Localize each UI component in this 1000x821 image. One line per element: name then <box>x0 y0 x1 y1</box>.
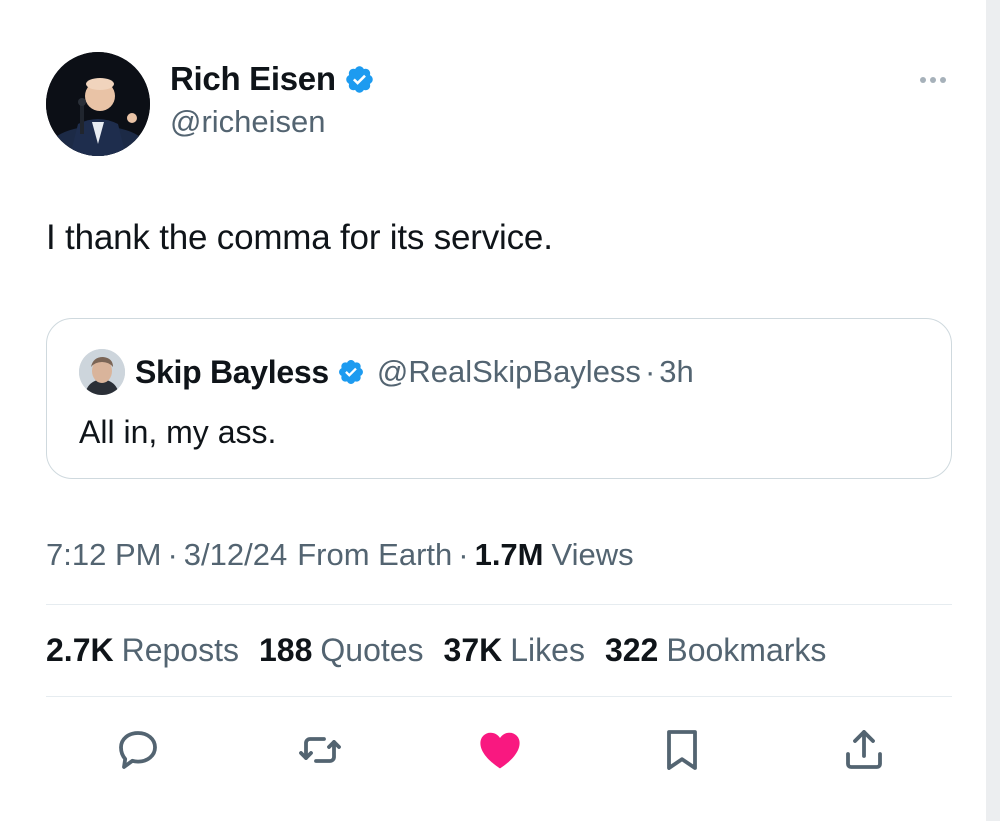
tweet-text: I thank the comma for its service. <box>46 218 553 257</box>
views-label: Views <box>551 537 634 572</box>
quoted-author-avatar[interactable] <box>79 349 125 395</box>
quoted-author-name[interactable]: Skip Bayless <box>135 354 329 391</box>
tweet-date[interactable]: 3/12/24 <box>184 537 287 573</box>
divider <box>46 604 952 605</box>
author-info: Rich Eisen @richeisen <box>170 60 375 140</box>
likes-stat[interactable]: 37K Likes <box>444 632 585 669</box>
reply-icon[interactable] <box>114 726 162 774</box>
likes-label: Likes <box>510 632 585 668</box>
bookmark-icon[interactable] <box>658 726 706 774</box>
separator-dot: · <box>167 537 178 572</box>
verified-badge-icon <box>344 64 375 95</box>
views-count: 1.7M <box>474 537 544 572</box>
tweet-time[interactable]: 7:12 PM <box>46 537 161 573</box>
engagement-stats: 2.7K Reposts 188 Quotes 37K Likes 322 Bookma… <box>46 632 846 669</box>
scrollbar-track <box>986 0 1000 821</box>
tweet-meta: 7:12 PM · 3/12/24 From Earth · 1.7M View… <box>46 537 634 573</box>
quoted-tweet-time[interactable]: 3h <box>659 354 693 390</box>
reposts-count: 2.7K <box>46 632 114 668</box>
quoted-tweet-header: Skip Bayless @RealSkipBayless · 3h <box>79 349 694 395</box>
quotes-count: 188 <box>258 632 313 668</box>
verified-badge-icon <box>337 358 365 386</box>
bookmarks-label: Bookmarks <box>666 632 827 668</box>
quoted-tweet[interactable]: Skip Bayless @RealSkipBayless · 3h All i… <box>46 318 952 479</box>
separator-dot: · <box>458 537 469 572</box>
tweet-source: From Earth <box>297 537 453 572</box>
quotes-label: Quotes <box>320 632 424 668</box>
author-handle[interactable]: @richeisen <box>170 104 375 140</box>
share-icon[interactable] <box>840 726 888 774</box>
reposts-stat[interactable]: 2.7K Reposts <box>46 632 239 669</box>
likes-count: 37K <box>443 632 503 668</box>
separator-dot: · <box>644 354 656 389</box>
bookmarks-count: 322 <box>604 632 659 668</box>
more-icon[interactable] <box>915 66 951 94</box>
heart-icon[interactable] <box>476 726 524 774</box>
author-name[interactable]: Rich Eisen <box>170 60 336 98</box>
divider <box>46 696 952 697</box>
repost-icon[interactable] <box>296 726 344 774</box>
quoted-author-handle[interactable]: @RealSkipBayless <box>377 354 641 390</box>
reposts-label: Reposts <box>121 632 239 668</box>
quoted-tweet-text: All in, my ass. <box>79 414 277 450</box>
quotes-stat[interactable]: 188 Quotes <box>259 632 424 669</box>
author-avatar[interactable] <box>46 52 150 156</box>
bookmarks-stat[interactable]: 322 Bookmarks <box>605 632 826 669</box>
